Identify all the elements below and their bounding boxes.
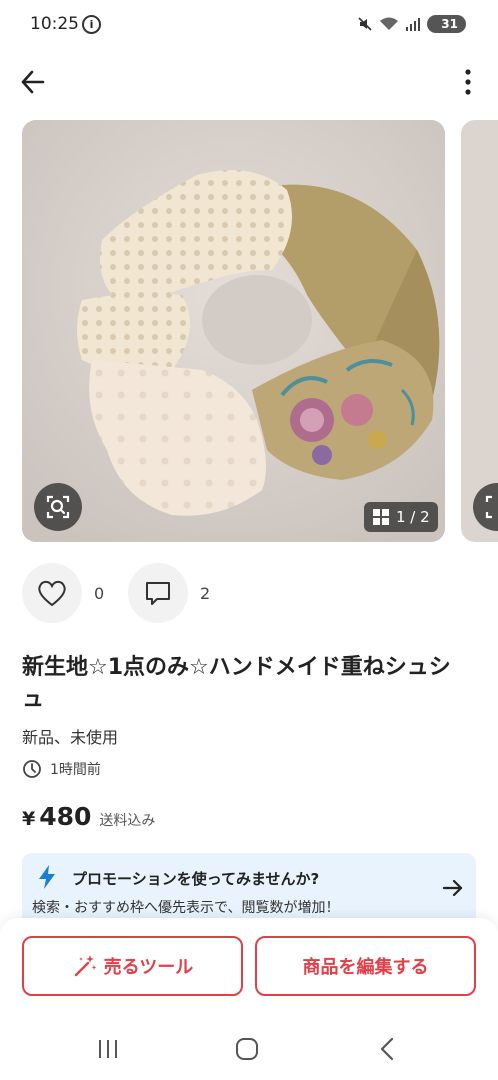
photo-carousel[interactable]: 1 / 2 (22, 120, 498, 542)
like-button[interactable] (22, 563, 82, 623)
arrow-left-icon (21, 70, 45, 94)
more-vertical-icon (465, 69, 471, 95)
home-icon[interactable] (235, 1037, 259, 1061)
sell-tools-label: 売るツール (103, 957, 194, 978)
mute-icon (358, 17, 372, 31)
more-menu-button[interactable] (460, 67, 476, 97)
grid-icon (373, 509, 389, 525)
zoom-scan-icon (485, 495, 492, 519)
system-nav-bar (0, 1020, 498, 1080)
back-button[interactable] (18, 67, 48, 97)
status-bar: 10:25 i 31 (0, 0, 498, 52)
price-row: ¥ 480 送料込み (22, 802, 155, 831)
item-actions: 0 2 (22, 563, 482, 627)
posted-time: 1時間前 (22, 759, 101, 779)
magic-wand-icon (74, 955, 97, 977)
clock-icon (23, 760, 41, 778)
heart-icon (38, 580, 66, 607)
zoom-button-next[interactable] (473, 483, 498, 531)
edit-item-label: 商品を編集する (302, 957, 429, 978)
signal-icon (406, 18, 421, 31)
wifi-icon (380, 17, 399, 30)
promotion-title: プロモーションを使ってみませんか? (72, 870, 320, 888)
photo-counter: 1 / 2 (364, 502, 438, 532)
shipping-label: 送料込み (99, 813, 156, 829)
comment-icon (146, 582, 170, 605)
comment-button[interactable] (128, 563, 188, 623)
comment-count: 2 (200, 584, 211, 603)
app-header (0, 55, 498, 107)
like-count: 0 (94, 584, 105, 603)
item-condition: 新品、未使用 (22, 728, 119, 747)
item-title: 新生地☆1点のみ☆ハンドメイド重ねシュシュ (22, 655, 451, 712)
posted-time-text: 1時間前 (50, 762, 101, 778)
photo-counter-text: 1 / 2 (396, 508, 430, 526)
product-photo[interactable]: 1 / 2 (22, 120, 445, 542)
scrunchie-photo (22, 120, 445, 542)
zoom-scan-icon (46, 495, 70, 519)
info-icon: i (82, 15, 101, 34)
edit-item-button[interactable]: 商品を編集する (255, 936, 476, 996)
price-currency: ¥ (22, 808, 36, 830)
zoom-button[interactable] (34, 483, 82, 531)
system-back-icon[interactable] (377, 1036, 397, 1062)
recent-apps-icon[interactable] (96, 1037, 120, 1061)
status-icons: 31 (357, 15, 466, 33)
price-value: 480 (39, 802, 92, 831)
battery-indicator: 31 (427, 15, 466, 33)
arrow-right-icon (442, 879, 463, 897)
sell-tools-button[interactable]: 売るツール (22, 936, 243, 996)
next-photo-preview[interactable] (461, 120, 498, 542)
promotion-subtitle: 検索・おすすめ枠へ優先表示で、閲覧数が増加！ (32, 900, 340, 916)
status-time: 10:25 (30, 14, 79, 34)
lightning-icon (39, 865, 55, 889)
